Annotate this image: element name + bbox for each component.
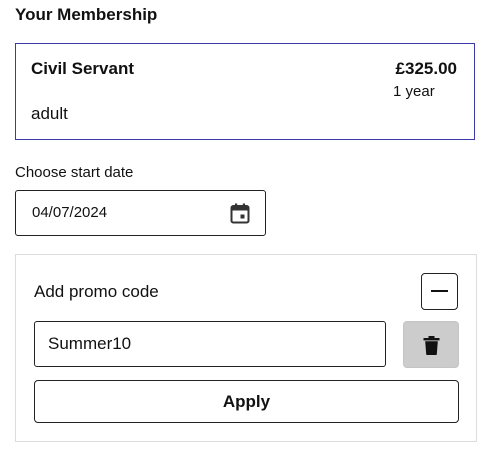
membership-section-title: Your Membership [15, 5, 158, 24]
promo-code-input[interactable] [34, 321, 386, 367]
start-date-value: 04/07/2024 [32, 204, 108, 221]
delete-promo-button[interactable] [403, 321, 459, 368]
apply-promo-button[interactable]: Apply [34, 380, 459, 423]
plan-term: 1 year [393, 83, 435, 100]
collapse-promo-button[interactable] [421, 273, 458, 310]
plan-name: Civil Servant [31, 59, 134, 78]
minus-icon [431, 290, 448, 292]
promo-panel: Add promo code Apply [15, 254, 477, 442]
trash-icon [423, 336, 440, 355]
calendar-icon[interactable] [230, 203, 250, 224]
promo-code-label: Add promo code [34, 282, 159, 301]
start-date-label: Choose start date [15, 164, 134, 181]
plan-type: adult [31, 104, 68, 123]
start-date-field[interactable]: 04/07/2024 [15, 190, 266, 236]
plan-price: £325.00 [395, 59, 457, 78]
membership-card: Civil Servant £325.00 1 year adult [15, 43, 475, 140]
